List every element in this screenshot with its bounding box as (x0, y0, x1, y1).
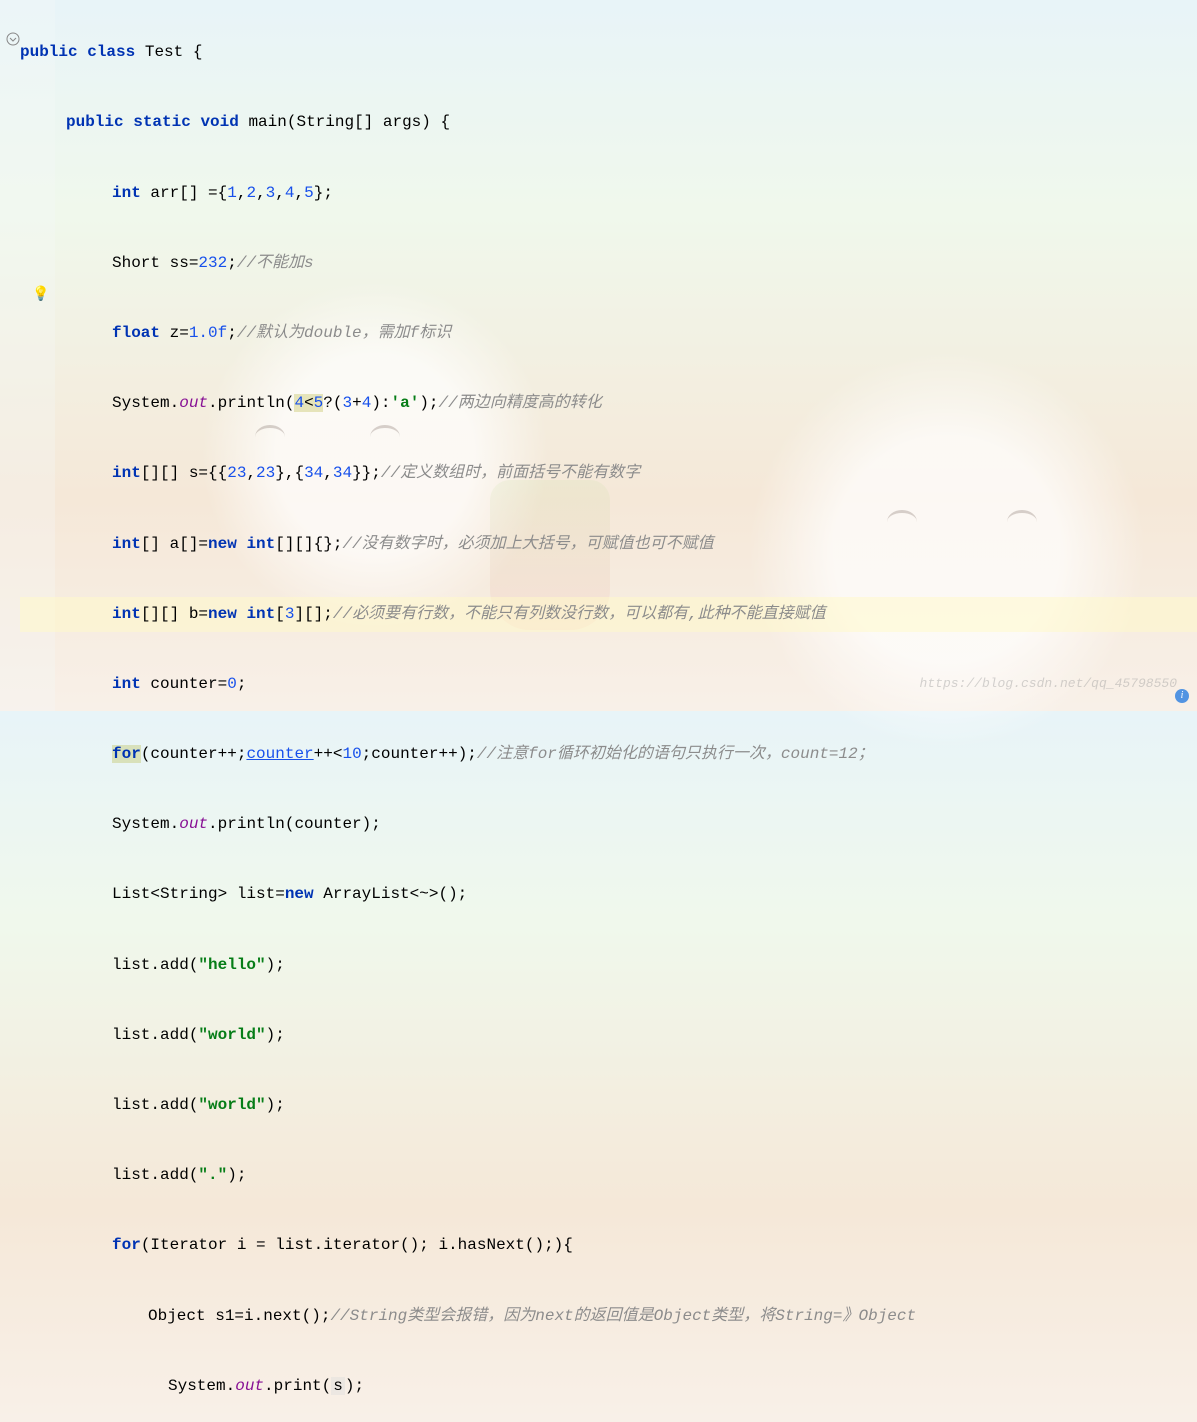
code-line[interactable]: list.add("."); (20, 1158, 1197, 1193)
lightbulb-icon[interactable]: 💡 (32, 280, 49, 311)
watermark-text: https://blog.csdn.net/qq_45798550 (920, 670, 1177, 699)
code-line[interactable]: for(counter++;counter++<10;counter++);//… (20, 737, 1197, 772)
code-line[interactable]: list.add("hello"); (20, 948, 1197, 983)
code-line[interactable]: Short ss=232;//不能加s (20, 246, 1197, 281)
code-line[interactable]: float z=1.0f;//默认为double，需加f标识 (20, 316, 1197, 351)
code-line[interactable]: list.add("world"); (20, 1088, 1197, 1123)
code-line[interactable]: Object s1=i.next();//String类型会报错，因为next的… (20, 1299, 1197, 1334)
code-line[interactable]: System.out.println(counter); (20, 807, 1197, 842)
code-line[interactable]: for(Iterator i = list.iterator(); i.hasN… (20, 1228, 1197, 1263)
code-line[interactable]: int[] a[]=new int[][]{};//没有数字时，必须加上大括号，… (20, 527, 1197, 562)
method-collapse-icon[interactable] (6, 32, 20, 46)
code-line[interactable]: public class Test { (20, 35, 1197, 70)
code-line[interactable]: int arr[] ={1,2,3,4,5}; (20, 176, 1197, 211)
code-line[interactable]: System.out.println(4<5?(3+4):'a');//两边向精… (20, 386, 1197, 421)
code-editor[interactable]: public class Test { public static void m… (0, 0, 1197, 1422)
code-line[interactable]: public static void main(String[] args) { (20, 105, 1197, 140)
code-line[interactable]: List<String> list=new ArrayList<~>(); (20, 877, 1197, 912)
info-icon[interactable]: i (1175, 689, 1189, 703)
code-line[interactable]: list.add("world"); (20, 1018, 1197, 1053)
code-line[interactable]: int[][] s={{23,23},{34,34}};//定义数组时，前面括号… (20, 456, 1197, 491)
code-line[interactable]: System.out.print(s); (20, 1369, 1197, 1404)
code-line-current[interactable]: int[][] b=new int[3][];//必须要有行数，不能只有列数没行… (20, 597, 1197, 632)
